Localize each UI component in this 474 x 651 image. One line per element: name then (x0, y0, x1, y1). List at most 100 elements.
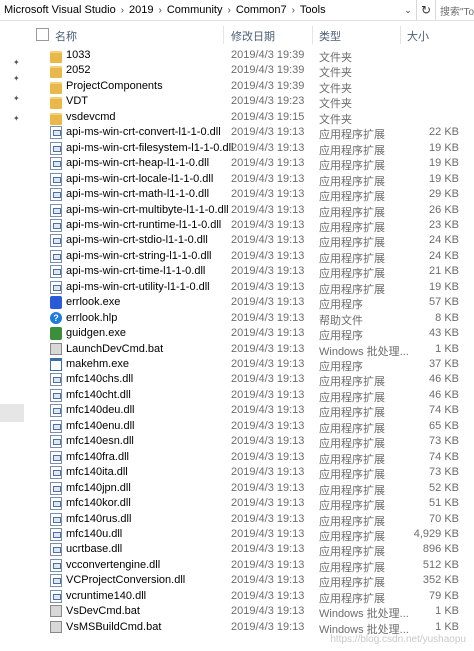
column-header-name[interactable]: 名称 (55, 28, 77, 44)
breadcrumb-item[interactable]: Microsoft Visual Studio (2, 4, 118, 16)
file-row[interactable]: mfc140cht.dll 2019/4/3 19:13 应用程序扩展 46 KB (30, 388, 474, 404)
exe-icon (50, 296, 62, 310)
file-row[interactable]: api-ms-win-crt-locale-l1-1-0.dll 2019/4/3… (30, 172, 474, 188)
help-file-icon: ? (50, 311, 62, 324)
file-row[interactable]: api-ms-win-crt-multibyte-l1-1-0.dll 2019/… (30, 203, 474, 219)
batch-file-icon (50, 620, 62, 633)
file-size: 46 KB (429, 373, 459, 386)
file-row[interactable]: api-ms-win-crt-stdio-l1-1-0.dll 2019/4/3 … (30, 233, 474, 249)
file-size: 512 KB (422, 558, 459, 571)
address-bar[interactable]: Microsoft Visual Studio › 2019 › Community › C… (0, 0, 474, 21)
dll-file-icon (50, 512, 62, 526)
select-all-checkbox[interactable] (36, 28, 49, 41)
file-size: 74 KB (429, 450, 459, 463)
file-row[interactable]: vcruntime140.dll 2019/4/3 19:13 应用程序扩展 79 K… (30, 589, 474, 605)
file-size: 1 KB (435, 620, 459, 633)
file-size: 51 KB (429, 497, 459, 510)
file-size: 21 KB (429, 265, 459, 278)
file-row[interactable]: VDT 2019/4/3 19:23 文件夹 (30, 94, 474, 110)
file-size: 29 KB (429, 188, 459, 201)
file-name: api-ms-win-crt-math-l1-1-0.dll (66, 188, 210, 201)
file-row[interactable]: api-ms-win-crt-time-l1-1-0.dll 2019/4/3 1… (30, 264, 474, 280)
file-row[interactable]: mfc140ita.dll 2019/4/3 19:13 应用程序扩展 73 KB (30, 465, 474, 481)
column-header-type[interactable]: 类型 (319, 28, 341, 44)
chevron-down-icon[interactable]: ⌄ (400, 0, 416, 20)
file-name: mfc140fra.dll (66, 450, 129, 463)
breadcrumb-item[interactable]: Common7 (234, 4, 289, 16)
pin-icon[interactable]: ✦ (13, 74, 20, 83)
file-row[interactable]: mfc140rus.dll 2019/4/3 19:13 应用程序扩展 70 KB (30, 512, 474, 528)
breadcrumb-separator-icon[interactable]: › (224, 5, 233, 16)
file-row[interactable]: VsMSBuildCmd.bat 2019/4/3 19:13 Windows 批处… (30, 620, 474, 636)
file-date: 2019/4/3 19:13 (231, 373, 305, 386)
pin-icon[interactable]: ✦ (13, 58, 20, 67)
file-date: 2019/4/3 19:13 (231, 141, 305, 154)
file-row[interactable]: vsdevcmd 2019/4/3 19:15 文件夹 (30, 110, 474, 126)
file-row[interactable]: mfc140deu.dll 2019/4/3 19:13 应用程序扩展 74 KB (30, 403, 474, 419)
breadcrumb-item[interactable]: Community (165, 4, 225, 16)
file-date: 2019/4/3 19:13 (231, 203, 305, 216)
dll-file-icon (50, 188, 62, 202)
file-row[interactable]: VsDevCmd.bat 2019/4/3 19:13 Windows 批处理...… (30, 604, 474, 620)
breadcrumb[interactable]: Microsoft Visual Studio › 2019 › Community › C… (0, 0, 400, 20)
breadcrumb-item[interactable]: Tools (298, 4, 328, 16)
file-row[interactable]: mfc140enu.dll 2019/4/3 19:13 应用程序扩展 65 KB (30, 419, 474, 435)
dll-file-icon (50, 481, 62, 495)
dll-file-icon (50, 404, 62, 418)
pin-icon[interactable]: ✦ (13, 94, 20, 103)
file-row[interactable]: api-ms-win-crt-utility-l1-1-0.dll 2019/4/… (30, 280, 474, 296)
file-date: 2019/4/3 19:13 (231, 558, 305, 571)
file-row[interactable]: LaunchDevCmd.bat 2019/4/3 19:13 Windows 批处… (30, 342, 474, 358)
file-row[interactable]: mfc140jpn.dll 2019/4/3 19:13 应用程序扩展 52 KB (30, 481, 474, 497)
breadcrumb-separator-icon[interactable]: › (289, 5, 298, 16)
file-row[interactable]: ? errlook.hlp 2019/4/3 19:13 帮助文件 8 KB (30, 311, 474, 327)
nav-scroll-thumb[interactable] (0, 404, 24, 422)
file-size: 43 KB (429, 327, 459, 340)
dll-file-icon (50, 435, 62, 449)
file-row[interactable]: 2052 2019/4/3 19:39 文件夹 (30, 63, 474, 79)
file-date: 2019/4/3 19:13 (231, 512, 305, 525)
file-row[interactable]: mfc140chs.dll 2019/4/3 19:13 应用程序扩展 46 KB (30, 372, 474, 388)
file-row[interactable]: vcconvertengine.dll 2019/4/3 19:13 应用程序扩展 5… (30, 558, 474, 574)
file-row[interactable]: ucrtbase.dll 2019/4/3 19:13 应用程序扩展 896 KB (30, 542, 474, 558)
file-name: api-ms-win-crt-convert-l1-1-0.dll (66, 126, 221, 139)
file-row[interactable]: mfc140fra.dll 2019/4/3 19:13 应用程序扩展 74 KB (30, 450, 474, 466)
file-row[interactable]: ProjectComponents 2019/4/3 19:39 文件夹 (30, 79, 474, 95)
file-name: mfc140deu.dll (66, 404, 135, 417)
breadcrumb-item[interactable]: 2019 (127, 4, 155, 16)
file-row[interactable]: 1033 2019/4/3 19:39 文件夹 (30, 48, 474, 64)
breadcrumb-separator-icon[interactable]: › (118, 5, 127, 16)
file-row[interactable]: mfc140esn.dll 2019/4/3 19:13 应用程序扩展 73 KB (30, 434, 474, 450)
watermark: https://blog.csdn.net/yushaopu (330, 634, 466, 645)
dll-file-icon (50, 373, 62, 387)
file-date: 2019/4/3 19:13 (231, 466, 305, 479)
file-row[interactable]: api-ms-win-crt-heap-l1-1-0.dll 2019/4/3 1… (30, 156, 474, 172)
breadcrumb-separator-icon[interactable]: › (156, 5, 165, 16)
column-header-size[interactable]: 大小 (407, 28, 429, 44)
file-size: 1 KB (435, 605, 459, 618)
file-row[interactable]: guidgen.exe 2019/4/3 19:13 应用程序 43 KB (30, 326, 474, 342)
file-row[interactable]: errlook.exe 2019/4/3 19:13 应用程序 57 KB (30, 295, 474, 311)
file-name: vsdevcmd (66, 110, 116, 123)
file-date: 2019/4/3 19:39 (231, 64, 305, 77)
search-input[interactable]: 搜索"To (435, 0, 474, 20)
file-row[interactable]: VCProjectConversion.dll 2019/4/3 19:13 应用程… (30, 573, 474, 589)
file-row[interactable]: makehm.exe 2019/4/3 19:13 应用程序 37 KB (30, 357, 474, 373)
folder-icon (50, 112, 62, 125)
pin-icon[interactable]: ✦ (13, 114, 20, 123)
file-size: 79 KB (429, 589, 459, 602)
file-size: 352 KB (422, 574, 459, 587)
file-row[interactable]: mfc140u.dll 2019/4/3 19:13 应用程序扩展 4,929 KB (30, 527, 474, 543)
file-name: LaunchDevCmd.bat (66, 342, 164, 355)
dll-file-icon (50, 543, 62, 557)
file-row[interactable]: api-ms-win-crt-math-l1-1-0.dll 2019/4/3 1… (30, 187, 474, 203)
file-row[interactable]: api-ms-win-crt-filesystem-l1-1-0.dll 2019… (30, 141, 474, 157)
column-header-date[interactable]: 修改日期 (231, 28, 275, 44)
file-row[interactable]: api-ms-win-crt-convert-l1-1-0.dll 2019/4/… (30, 125, 474, 141)
file-date: 2019/4/3 19:13 (231, 280, 305, 293)
file-date: 2019/4/3 19:13 (231, 388, 305, 401)
file-row[interactable]: api-ms-win-crt-string-l1-1-0.dll 2019/4/3… (30, 249, 474, 265)
file-row[interactable]: mfc140kor.dll 2019/4/3 19:13 应用程序扩展 51 KB (30, 496, 474, 512)
refresh-icon[interactable]: ↻ (416, 0, 435, 20)
file-row[interactable]: api-ms-win-crt-runtime-l1-1-0.dll 2019/4/… (30, 218, 474, 234)
